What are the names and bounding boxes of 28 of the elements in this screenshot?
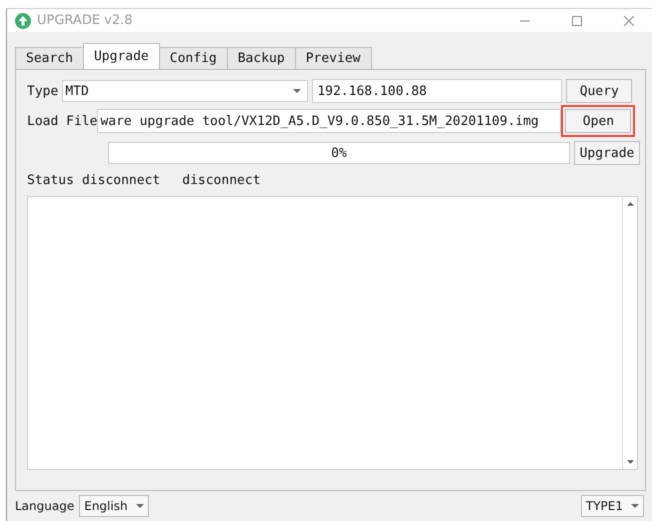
language-dropdown[interactable]: English — [79, 495, 149, 517]
caret-icon — [136, 504, 144, 508]
scroll-down-icon[interactable] — [626, 460, 634, 464]
type-dropdown[interactable]: TYPE1 — [580, 495, 644, 517]
window-title: UPGRADE v2.8 — [37, 13, 133, 28]
tab[interactable]: Preview — [294, 47, 372, 69]
tab[interactable]: Search — [15, 47, 84, 69]
status-value: disconnect — [82, 172, 160, 188]
upgrade-button[interactable]: Upgrade — [574, 141, 640, 165]
maximize-icon[interactable] — [571, 14, 583, 26]
status-value: disconnect — [182, 172, 261, 188]
scrollbar[interactable] — [622, 197, 637, 469]
type-dropdown[interactable]: MTD — [62, 80, 308, 102]
tab[interactable]: Config — [158, 47, 228, 69]
caret-icon — [631, 504, 639, 508]
load-file-label: Load File — [27, 114, 98, 128]
open-button[interactable]: Open — [565, 109, 632, 133]
scroll-up-icon[interactable] — [626, 202, 634, 206]
ip-field[interactable]: 192.168.100.88 — [312, 79, 562, 103]
tab[interactable]: Upgrade — [82, 43, 160, 69]
file-path-field[interactable]: ware upgrade tool/VX12D_A5.D_V9.0.850_31.5M_20201109.img — [97, 109, 562, 133]
type-label: Type — [27, 84, 58, 98]
close-icon[interactable] — [623, 14, 635, 26]
caret-icon — [293, 89, 302, 93]
tab[interactable]: Backup — [226, 47, 296, 69]
query-button[interactable]: Query — [566, 79, 632, 103]
language-label: Language — [15, 499, 74, 513]
status-label: Status — [27, 172, 74, 188]
